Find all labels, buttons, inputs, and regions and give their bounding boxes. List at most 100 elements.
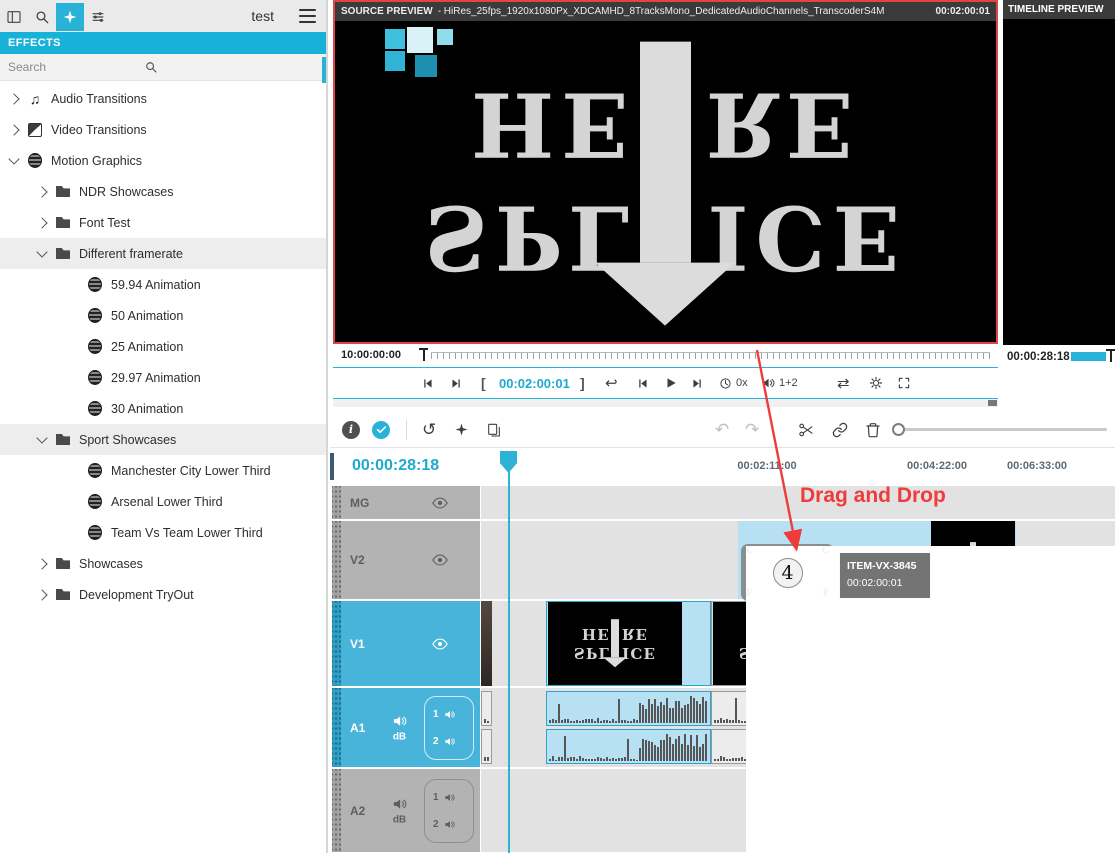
sequence-manager-button[interactable] <box>486 412 502 447</box>
panel-scrollbar-thumb[interactable] <box>322 57 326 83</box>
tree-item-arsenal-lower-third[interactable]: Arsenal Lower Third <box>0 486 326 517</box>
tree-item-showcases[interactable]: Showcases <box>0 548 326 579</box>
go-to-start-button[interactable] <box>636 368 649 398</box>
tree-item-development-tryout[interactable]: Development TryOut <box>0 579 326 610</box>
tree-item-motion-graphics[interactable]: Motion Graphics <box>0 145 326 176</box>
undo-button[interactable]: ↶ <box>715 412 729 447</box>
tree-item-font-test[interactable]: Font Test <box>0 207 326 238</box>
track-mute-gain-control[interactable]: dB <box>392 713 407 742</box>
timeline-video-monitor[interactable] <box>1003 19 1115 345</box>
chevron-down-icon[interactable] <box>36 246 47 257</box>
playback-speed-control[interactable]: 0x <box>719 368 748 398</box>
tree-item-30-animation[interactable]: 30 Animation <box>0 393 326 424</box>
track-drag-handle[interactable] <box>332 769 341 852</box>
tree-item-50-animation[interactable]: 50 Animation <box>0 300 326 331</box>
channel-number: 2 <box>433 736 439 747</box>
delete-button[interactable] <box>865 412 881 447</box>
timeline-vertical-scrollbar-thumb[interactable] <box>330 453 334 480</box>
mark-in-button[interactable]: [ <box>481 368 486 398</box>
timeline-preview-progress-bar[interactable] <box>1071 352 1106 361</box>
track-drag-handle[interactable] <box>332 521 341 599</box>
filter-settings-button[interactable] <box>84 3 112 31</box>
chevron-down-icon[interactable] <box>8 153 19 164</box>
tree-item-ndr-showcases[interactable]: NDR Showcases <box>0 176 326 207</box>
chevron-right-icon[interactable] <box>8 93 19 104</box>
folder-icon <box>56 185 70 199</box>
track-mute-gain-control[interactable]: dB <box>392 796 407 825</box>
tree-item-29-97-animation[interactable]: 29.97 Animation <box>0 362 326 393</box>
timeline-zoom-slider[interactable] <box>894 428 1107 431</box>
audio-channel-2-toggle[interactable]: 2 <box>433 736 465 747</box>
track-drag-handle[interactable] <box>332 601 341 686</box>
chevron-right-icon[interactable] <box>36 186 47 197</box>
tree-item-manchester-city-lower-third[interactable]: Manchester City Lower Third <box>0 455 326 486</box>
swap-preview-button[interactable]: ⇄ <box>837 368 850 398</box>
chevron-right-icon[interactable] <box>36 217 47 228</box>
track-drag-handle[interactable] <box>332 486 341 519</box>
mark-out-button[interactable]: ] <box>580 368 585 398</box>
tree-item-team-vs-team-lower-third[interactable]: Team Vs Team Lower Third <box>0 517 326 548</box>
chevron-down-icon[interactable] <box>36 432 47 443</box>
tree-item-video-transitions[interactable]: Video Transitions <box>0 114 326 145</box>
source-video-monitor[interactable]: SPLICEHERE <box>335 21 996 342</box>
go-to-end-button[interactable] <box>691 368 704 398</box>
effects-sparkle-icon <box>62 9 78 25</box>
fullscreen-button[interactable] <box>897 368 911 398</box>
tree-item-25-animation[interactable]: 25 Animation <box>0 331 326 362</box>
snapping-toggle-button[interactable] <box>372 412 390 447</box>
scissors-icon <box>798 422 814 438</box>
source-timecode-display[interactable]: 00:02:00:01 <box>499 368 570 398</box>
search-input[interactable] <box>0 54 160 80</box>
video-clip-sliver[interactable] <box>481 601 492 686</box>
track-visibility-toggle[interactable] <box>432 638 448 649</box>
audio-monitor-control[interactable]: 1+2 <box>761 368 798 398</box>
chevron-right-icon[interactable] <box>8 124 19 135</box>
track-lane-v2[interactable]: SPLICEHERE C C F F 4 ITEM-VX-3845 00:02:… <box>481 521 1115 599</box>
video-clip-selected[interactable]: SPLICEHERE <box>546 601 711 686</box>
source-ruler[interactable]: 10:00:00:00 <box>333 344 998 368</box>
scrollbar-thumb[interactable] <box>988 400 997 406</box>
track-lane-mg[interactable] <box>481 486 1115 519</box>
step-forward-button[interactable] <box>450 368 463 398</box>
track-drag-handle[interactable] <box>332 688 341 767</box>
play-button[interactable] <box>664 368 678 398</box>
jump-to-in-button[interactable]: ↩ <box>605 368 618 398</box>
tree-item-label: Arsenal Lower Third <box>111 495 223 509</box>
history-button[interactable]: ↺ <box>422 412 436 447</box>
track-visibility-toggle[interactable] <box>432 497 448 508</box>
effects-tab-button[interactable] <box>56 3 84 31</box>
effects-panel: test EFFECTS ♫Audio TransitionsVideo Tra… <box>0 0 328 853</box>
auto-select-button[interactable] <box>454 412 469 447</box>
zoom-slider-knob[interactable] <box>892 423 905 436</box>
redo-button[interactable]: ↷ <box>745 412 759 447</box>
chevron-right-icon[interactable] <box>36 589 47 600</box>
search-tab-button[interactable] <box>28 3 56 31</box>
audio-clip-sliver[interactable] <box>481 729 492 764</box>
library-view-button[interactable] <box>0 3 28 31</box>
audio-channel-1-toggle[interactable]: 1 <box>433 709 465 720</box>
audio-channel-1-toggle[interactable]: 1 <box>433 792 465 803</box>
source-playhead-marker[interactable] <box>419 348 428 361</box>
chevron-right-icon[interactable] <box>36 558 47 569</box>
track-visibility-toggle[interactable] <box>432 555 448 566</box>
waveform <box>548 731 709 762</box>
audio-clip-sliver[interactable] <box>481 691 492 726</box>
audio-clip-selected[interactable] <box>546 729 711 764</box>
menu-icon[interactable] <box>299 9 316 23</box>
source-horizontal-scrollbar[interactable] <box>333 399 998 407</box>
link-clips-button[interactable] <box>832 412 848 447</box>
info-button[interactable]: i <box>342 412 360 447</box>
tree-item-59-94-animation[interactable]: 59.94 Animation <box>0 269 326 300</box>
tree-item-different-framerate[interactable]: Different framerate <box>0 238 326 269</box>
playhead-line[interactable] <box>508 470 510 853</box>
tree-item-audio-transitions[interactable]: ♫Audio Transitions <box>0 83 326 114</box>
search-icon[interactable] <box>144 60 158 74</box>
timeline-preview-playhead-marker[interactable] <box>1106 349 1115 362</box>
razor-button[interactable] <box>798 412 814 447</box>
audio-channel-2-toggle[interactable]: 2 <box>433 819 465 830</box>
step-back-button[interactable] <box>421 368 434 398</box>
audio-clip-selected[interactable] <box>546 691 711 726</box>
settings-button[interactable] <box>869 368 883 398</box>
timeline-ruler[interactable]: 00:00:28:18 00:02:11:00 00:04:22:00 00:0… <box>330 448 1115 486</box>
tree-item-sport-showcases[interactable]: Sport Showcases <box>0 424 326 455</box>
